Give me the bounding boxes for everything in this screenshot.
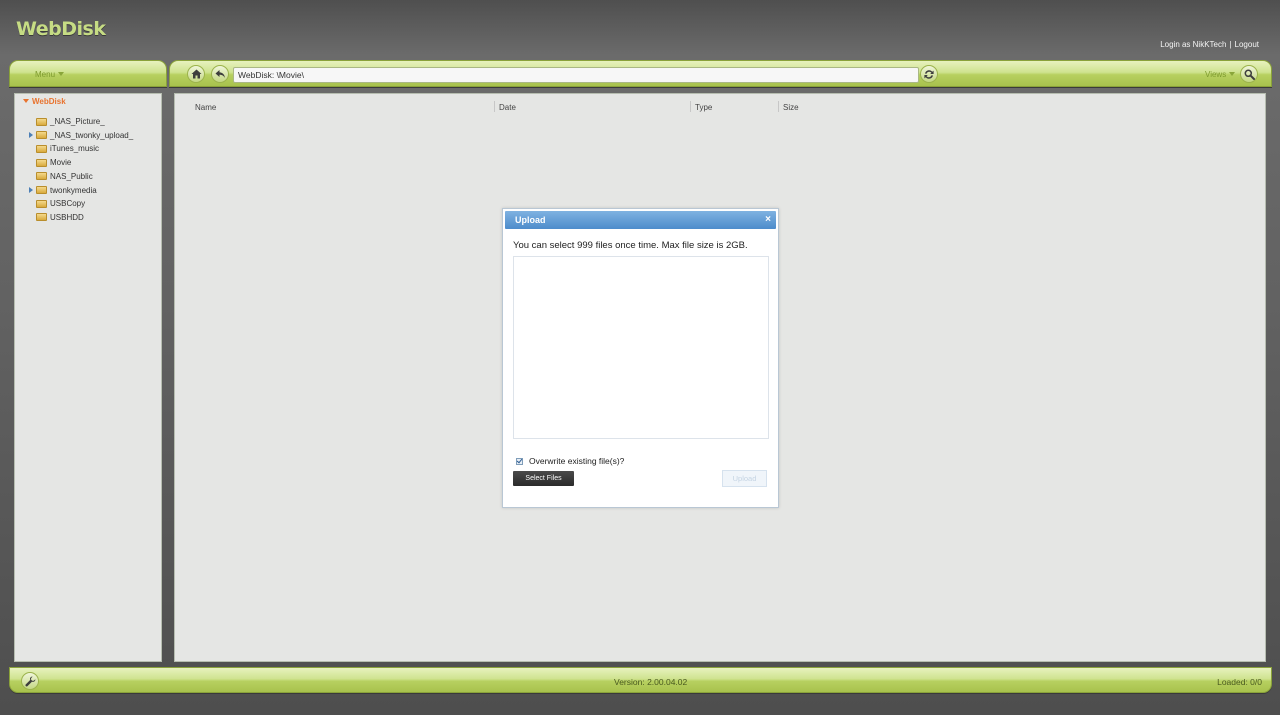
folder-icon [36,186,47,194]
folder-icon [36,213,47,222]
tree-item[interactable]: NAS_Public [27,170,93,183]
loaded-count: Loaded: 0/0 [1217,677,1262,687]
tree-item[interactable]: _NAS_twonky_upload_ [27,129,133,142]
chevron-right-icon [28,132,33,139]
login-user-text: Login as NikKTech [1160,40,1227,49]
tree-item-label: USBHDD [50,212,84,222]
chevron-down-icon [23,99,29,103]
logout-link[interactable]: Logout [1235,40,1259,49]
column-divider[interactable] [690,101,691,112]
chevron-down-icon [1229,72,1236,76]
overwrite-checkbox[interactable] [516,457,523,465]
refresh-icon [924,69,934,79]
dialog-title-bar[interactable]: Upload × [505,211,776,229]
tree-item-label: _NAS_Picture_ [50,117,105,126]
close-icon[interactable]: × [765,214,771,225]
tree-root-webdisk[interactable]: WebDisk [23,97,66,106]
back-button[interactable] [211,65,229,83]
tree-item[interactable]: USBCopy [27,197,85,210]
tree-root-label: WebDisk [32,97,66,106]
column-divider[interactable] [778,101,779,112]
wrench-icon [24,676,35,686]
user-bar: Login as NikKTech | Logout [1160,40,1259,49]
settings-button[interactable] [21,672,39,690]
tree-item-label: twonkymedia [50,185,97,195]
column-header-size[interactable]: Size [783,103,799,112]
upload-limit-message: You can select 999 files once time. Max … [513,240,748,251]
column-header-name[interactable]: Name [195,103,216,112]
tree-item-label: NAS_Public [50,171,93,181]
menu-button[interactable]: Menu [35,70,65,79]
menu-button-label: Menu [35,70,56,79]
status-bar: Version: 2.00.04.02 Loaded: 0/0 [9,667,1272,693]
tree-item[interactable]: Movie [27,156,71,169]
chevron-down-icon [58,72,65,76]
search-button[interactable] [1240,65,1258,83]
folder-icon [36,131,47,140]
home-icon [191,69,201,79]
app-logo: WebDisk [16,18,106,40]
column-header-type[interactable]: Type [695,103,712,112]
expand-arrow-icon[interactable] [27,184,34,197]
search-icon [1244,69,1255,80]
tree-item[interactable]: USBHDD [27,211,84,224]
refresh-button[interactable] [920,65,938,83]
tree-item-label: _NAS_twonky_upload_ [50,130,134,140]
upload-button[interactable]: Upload [722,470,767,487]
tree-item[interactable]: _NAS_Picture_ [27,115,105,128]
overwrite-label: Overwrite existing file(s)? [529,456,625,466]
column-header-date[interactable]: Date [499,103,516,112]
folder-icon [36,117,47,126]
expand-arrow-icon[interactable] [27,129,34,142]
tree-item-label: USBCopy [50,199,86,209]
home-button[interactable] [187,65,205,83]
tree-item-label: iTunes_music [50,144,100,154]
folder-icon [36,144,47,153]
tree-item-label: Movie [50,158,72,168]
dialog-title: Upload [515,215,546,225]
tree-item[interactable]: twonkymedia [27,184,97,197]
path-input[interactable] [233,67,919,83]
tree-item[interactable]: iTunes_music [27,142,99,155]
toolbar: Views [169,60,1272,87]
views-button-label: Views [1205,70,1227,79]
select-files-button[interactable]: Select Files [513,471,574,486]
chevron-right-icon [28,187,33,193]
version-text: Version: 2.00.04.02 [614,677,688,687]
selected-files-list[interactable] [513,256,769,439]
menu-bar: Menu [9,60,167,87]
user-bar-separator: | [1229,40,1232,49]
folder-tree-panel: WebDisk _NAS_Picture_ _NAS_twonky_upload_… [14,93,162,662]
folder-icon [36,158,47,167]
upload-dialog: Upload × You can select 999 files once t… [502,208,779,508]
column-divider[interactable] [494,101,495,112]
folder-icon [36,172,47,181]
folder-icon [36,199,47,208]
overwrite-option[interactable]: Overwrite existing file(s)? [516,456,624,466]
views-button[interactable]: Views [1205,70,1236,79]
back-arrow-icon [215,70,225,78]
